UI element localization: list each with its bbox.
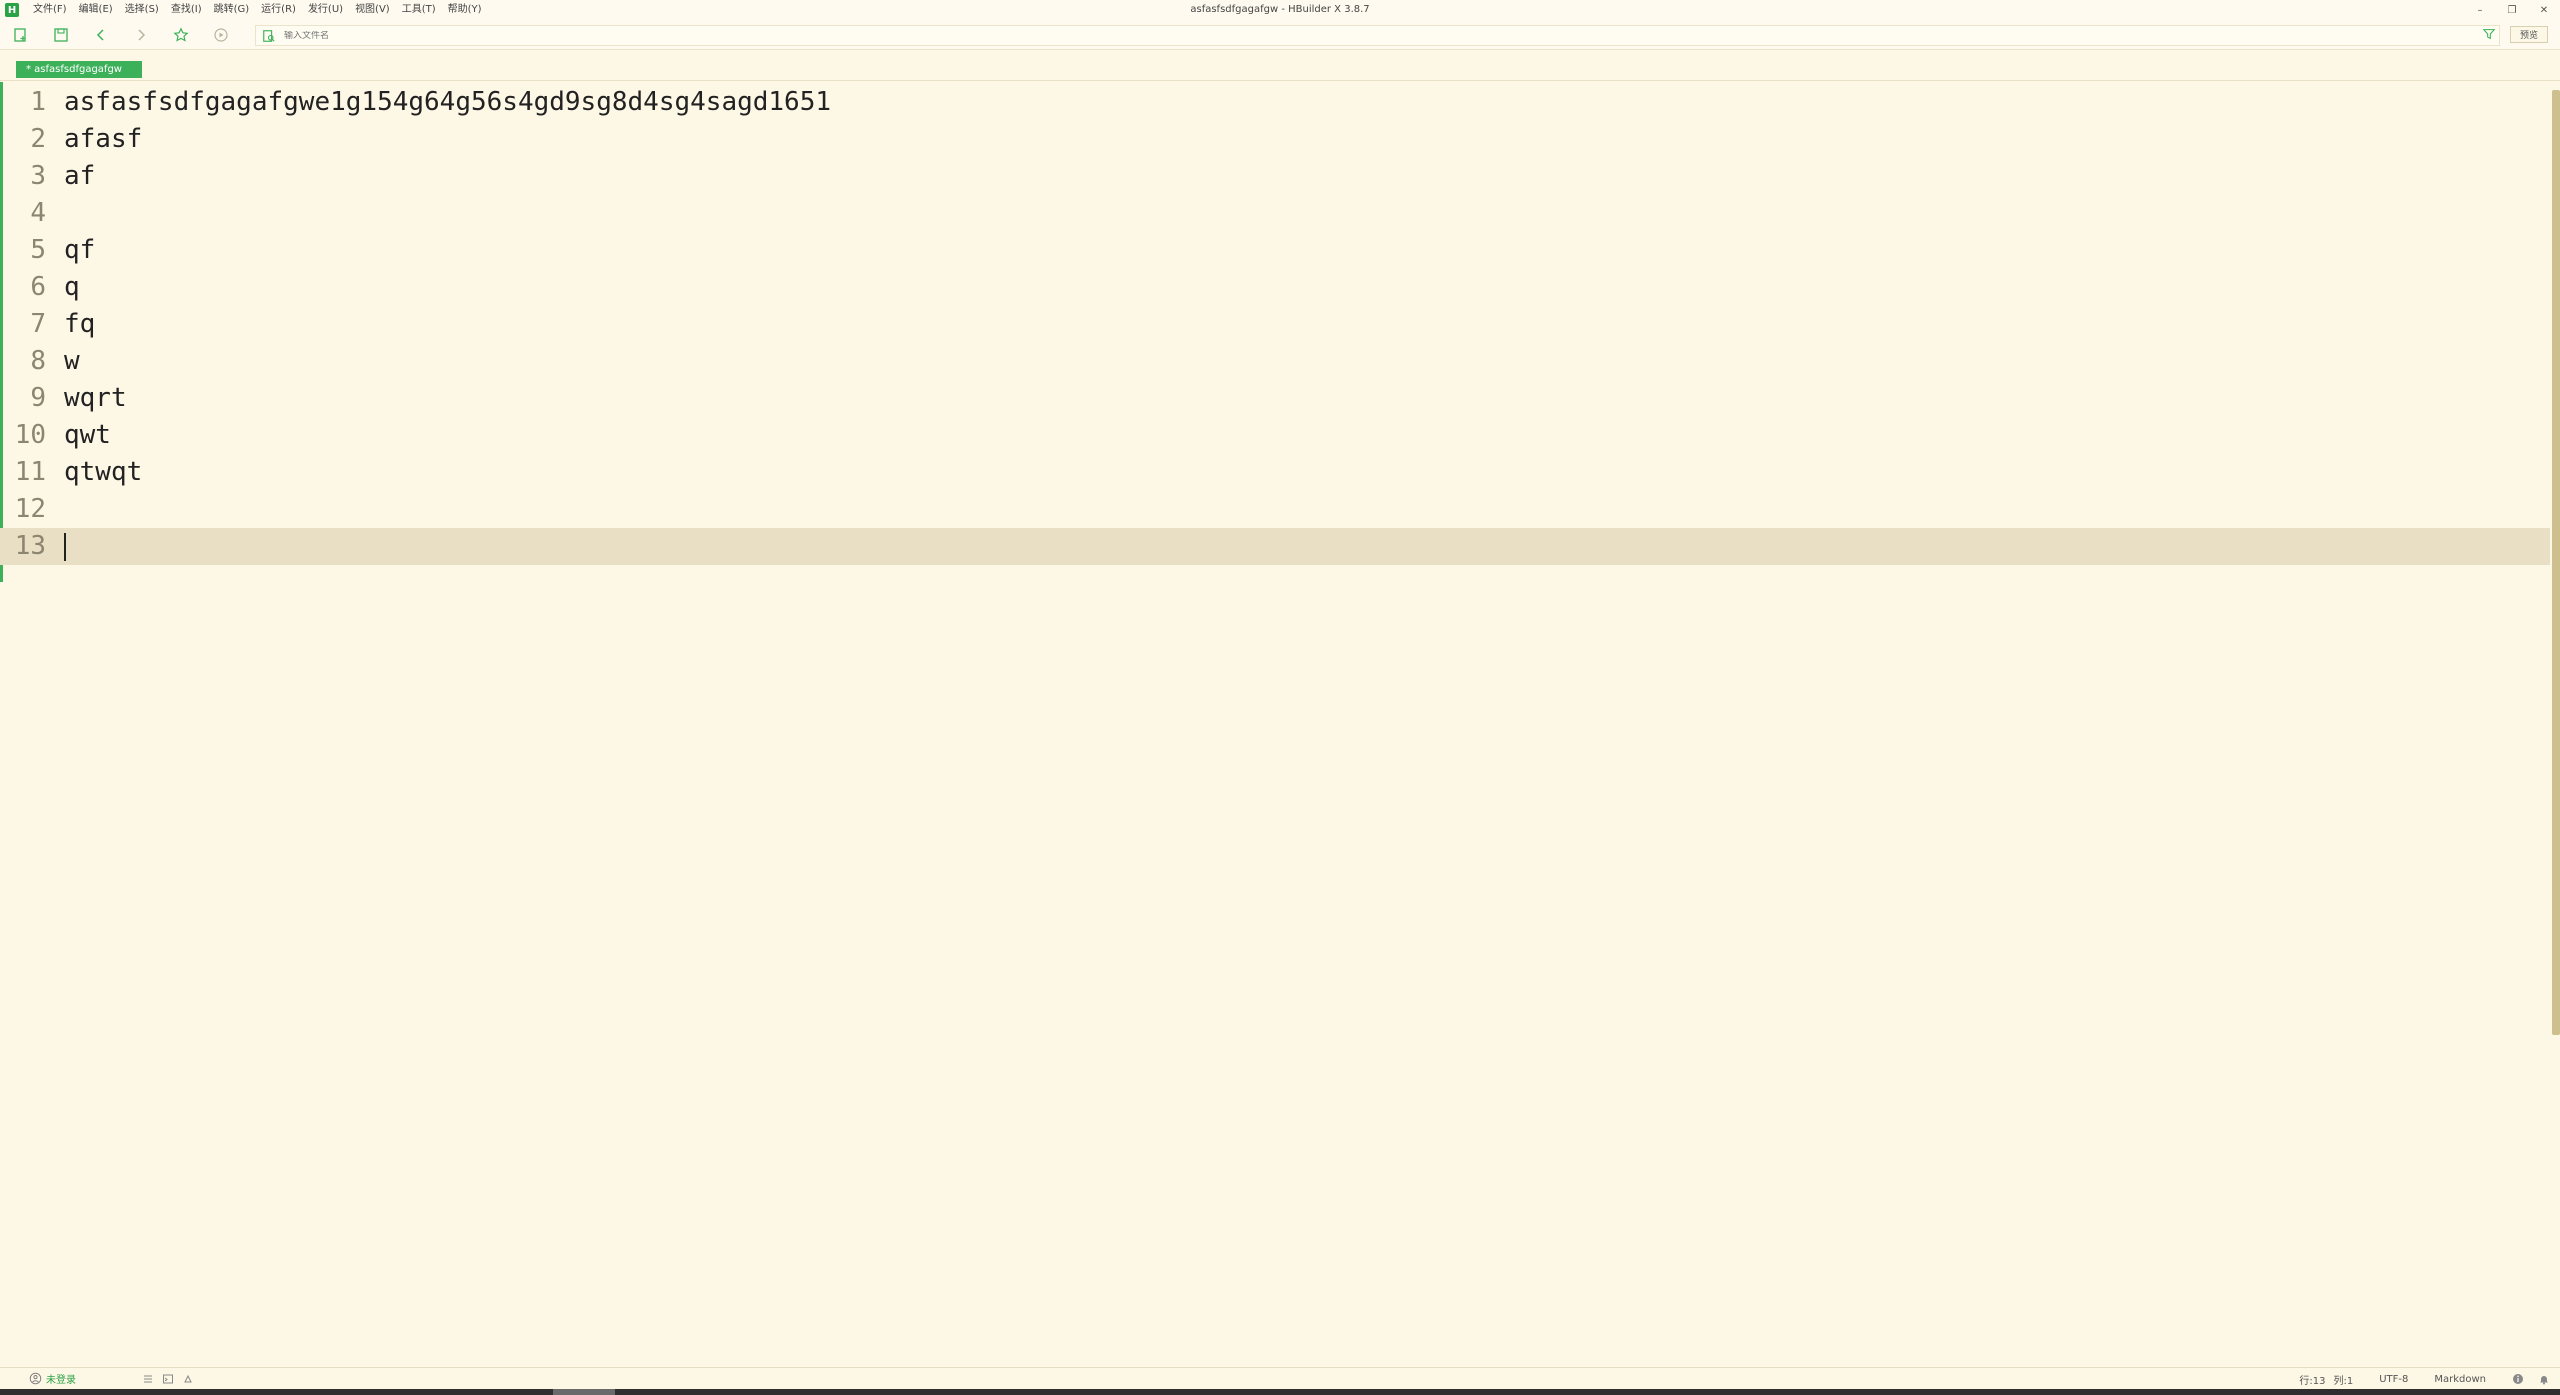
forward-icon[interactable]	[132, 26, 150, 44]
editor-line: 5 qf	[0, 232, 2550, 269]
line-number: 6	[30, 272, 46, 302]
line-number: 9	[30, 383, 46, 413]
editor-line: 6 q	[0, 269, 2550, 306]
language-mode[interactable]: Markdown	[2434, 1374, 2486, 1385]
line-number: 4	[30, 198, 46, 228]
plugin-icon[interactable]	[182, 1373, 194, 1385]
app-logo-icon: H	[5, 3, 19, 17]
editor-line: 10 qwt	[0, 417, 2550, 454]
line-number: 8	[30, 346, 46, 376]
open-file-icon[interactable]	[260, 27, 278, 45]
line-number: 3	[30, 161, 46, 191]
line-number: 12	[14, 494, 46, 524]
taskbar-edge	[0, 1389, 2560, 1395]
close-button[interactable]: ✕	[2528, 0, 2560, 20]
line-text[interactable]: wqrt	[64, 380, 127, 417]
info-icon[interactable]	[2512, 1373, 2524, 1385]
menu-edit[interactable]: 编辑(E)	[73, 0, 119, 20]
line-text[interactable]: fq	[64, 306, 95, 343]
new-file-icon[interactable]	[12, 26, 30, 44]
save-icon[interactable]	[52, 26, 70, 44]
status-right: 行:13 列:1 UTF-8 Markdown	[2299, 1368, 2550, 1390]
editor-line: 2 afasf	[0, 121, 2550, 158]
cursor-row[interactable]: 行:13	[2299, 1372, 2325, 1387]
editor-line: 9 wqrt	[0, 380, 2550, 417]
menu-run[interactable]: 运行(R)	[255, 0, 302, 20]
line-text[interactable]: qwt	[64, 417, 111, 454]
status-bar: 未登录 行:13 列:1 UTF-8 Markdown	[0, 1367, 2560, 1389]
menu-help[interactable]: 帮助(Y)	[442, 0, 488, 20]
line-text[interactable]: q	[64, 269, 80, 306]
menu-goto[interactable]: 跳转(G)	[208, 0, 256, 20]
menu-find[interactable]: 查找(I)	[165, 0, 208, 20]
editor-line: 4	[0, 195, 2550, 232]
line-text[interactable]: afasf	[64, 121, 142, 158]
editor-line: 3 af	[0, 158, 2550, 195]
tab-bar: * asfasfsdfgagafgw	[0, 51, 2560, 81]
list-icon[interactable]	[142, 1373, 154, 1385]
cursor-col[interactable]: 列:1	[2333, 1372, 2353, 1387]
line-number: 10	[14, 420, 46, 450]
editor-line: 12	[0, 491, 2550, 528]
menu-bar: 文件(F) 编辑(E) 选择(S) 查找(I) 跳转(G) 运行(R) 发行(U…	[27, 0, 488, 20]
menu-select[interactable]: 选择(S)	[119, 0, 165, 20]
filter-icon[interactable]	[2482, 26, 2498, 42]
address-bar	[255, 25, 2500, 46]
taskbar-thumb	[553, 1389, 615, 1395]
terminal-icon[interactable]	[162, 1373, 174, 1385]
code-editor[interactable]: 1 asfasfsdfgagafgwe1g154g64g56s4gd9sg8d4…	[0, 82, 2560, 1367]
menu-tools[interactable]: 工具(T)	[396, 0, 442, 20]
line-number: 11	[14, 457, 46, 487]
line-text[interactable]: qf	[64, 232, 95, 269]
current-line: 13	[0, 528, 2550, 565]
vertical-scrollbar[interactable]	[2552, 90, 2560, 1035]
title-bar: H 文件(F) 编辑(E) 选择(S) 查找(I) 跳转(G) 运行(R) 发行…	[0, 0, 2560, 20]
bell-icon[interactable]	[2538, 1373, 2550, 1385]
run-icon[interactable]	[212, 26, 230, 44]
minimize-button[interactable]: –	[2464, 0, 2496, 20]
menu-view[interactable]: 视图(V)	[349, 0, 396, 20]
file-search-input[interactable]	[284, 30, 2284, 41]
login-status[interactable]: 未登录	[46, 1371, 76, 1386]
hbuilder-window: H 文件(F) 编辑(E) 选择(S) 查找(I) 跳转(G) 运行(R) 发行…	[0, 0, 2560, 1395]
editor-line: 8 w	[0, 343, 2550, 380]
toolbar	[0, 20, 2560, 50]
menu-file[interactable]: 文件(F)	[27, 0, 73, 20]
line-text[interactable]: af	[64, 158, 95, 195]
editor-line: 1 asfasfsdfgagafgwe1g154g64g56s4gd9sg8d4…	[0, 84, 2550, 121]
line-text[interactable]: qtwqt	[64, 454, 142, 491]
line-text[interactable]: asfasfsdfgagafgwe1g154g64g56s4gd9sg8d4sg…	[64, 84, 831, 121]
preview-button[interactable]: 预览	[2510, 26, 2548, 43]
star-icon[interactable]	[172, 26, 190, 44]
encoding-status[interactable]: UTF-8	[2379, 1374, 2408, 1385]
line-text[interactable]: w	[64, 343, 80, 380]
line-number: 13	[14, 531, 46, 561]
text-cursor	[64, 533, 66, 561]
window-title: asfasfsdfgagafgw - HBuilder X 3.8.7	[1190, 4, 1370, 15]
line-number: 1	[30, 87, 46, 117]
menu-publish[interactable]: 发行(U)	[302, 0, 349, 20]
user-icon[interactable]	[28, 1372, 42, 1386]
line-number: 2	[30, 124, 46, 154]
editor-line: 11 qtwqt	[0, 454, 2550, 491]
window-controls: – ❐ ✕	[2464, 0, 2560, 20]
editor-line: 7 fq	[0, 306, 2550, 343]
restore-button[interactable]: ❐	[2496, 0, 2528, 20]
back-icon[interactable]	[92, 26, 110, 44]
line-number: 7	[30, 309, 46, 339]
line-number: 5	[30, 235, 46, 265]
tab-asfasfsdfgagafgw[interactable]: * asfasfsdfgagafgw	[16, 61, 142, 78]
